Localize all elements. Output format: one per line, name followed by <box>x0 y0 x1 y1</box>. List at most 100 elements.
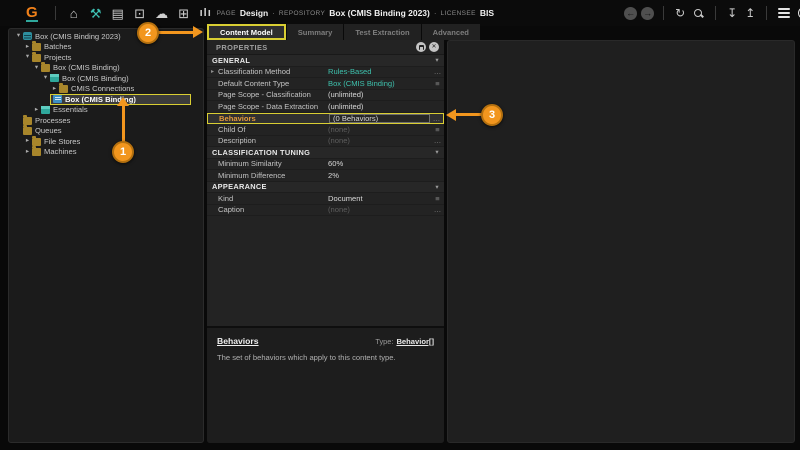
collapsed-arrow-icon[interactable]: ▸ <box>23 44 32 51</box>
help-type-link[interactable]: Behavior[] <box>396 337 434 346</box>
tab-summary[interactable]: Summary <box>287 24 344 40</box>
section-header[interactable]: APPEARANCE▾ <box>207 182 444 194</box>
property-value[interactable]: Box (CMIS Binding) <box>328 79 431 88</box>
repository-icon <box>23 32 32 40</box>
collapsed-arrow-icon[interactable]: ▸ <box>50 86 59 93</box>
property-row-child-of[interactable]: Child Of(none)≡ <box>207 124 444 136</box>
upload-icon[interactable]: ↥ <box>745 7 755 19</box>
property-row-classification-method[interactable]: ▸Classification MethodRules-Based… <box>207 67 444 79</box>
property-value[interactable]: 2% <box>328 171 431 180</box>
page-value: Design <box>240 8 268 18</box>
tree-item[interactable]: ▾Box (CMIS Binding) <box>9 73 203 84</box>
breadcrumb: PAGE Design · REPOSITORY Box (CMIS Bindi… <box>217 8 494 18</box>
property-label: Page Scope - Data Extraction <box>218 102 328 111</box>
property-row-page-scope-data-extraction[interactable]: Page Scope - Data Extraction(unlimited) <box>207 101 444 113</box>
menu-button[interactable]: ≡ <box>431 194 444 203</box>
property-row-description[interactable]: Description(none)… <box>207 136 444 148</box>
ellipsis-button[interactable]: … <box>431 205 444 214</box>
expanded-arrow-icon[interactable]: ▾ <box>41 75 50 82</box>
property-row-page-scope-classification[interactable]: Page Scope - Classification(unlimited) <box>207 90 444 102</box>
batch-in-icon[interactable]: ⊡ <box>133 6 147 21</box>
tab-content-model[interactable]: Content Model <box>207 24 286 40</box>
grooper-logo: G <box>26 5 38 22</box>
tree-item-label: Processes <box>35 116 70 125</box>
callout-2-badge: 2 <box>137 22 159 44</box>
expanded-arrow-icon[interactable]: ▾ <box>14 33 23 40</box>
tree-item-label: Machines <box>44 147 77 156</box>
toolbox-icon[interactable]: ⊞ <box>177 6 191 21</box>
tree-item-label: File Stores <box>44 137 80 146</box>
ellipsis-button[interactable]: … <box>431 67 444 76</box>
tree-item-label: Box (CMIS Binding 2023) <box>35 32 121 41</box>
property-value[interactable]: (unlimited) <box>328 102 431 111</box>
download-icon[interactable]: ↧ <box>727 7 737 19</box>
chevron-down-icon[interactable]: ▾ <box>430 56 444 64</box>
menu-button[interactable]: ≡ <box>431 79 444 88</box>
property-row-behaviors[interactable]: Behaviors(0 Behaviors)… <box>207 113 444 125</box>
property-label: Minimum Similarity <box>218 159 328 168</box>
tree-item[interactable]: ▾Projects <box>9 52 203 63</box>
tab-advanced[interactable]: Advanced <box>422 24 480 40</box>
ellipsis-button[interactable]: … <box>431 136 444 145</box>
tab-test-extraction[interactable]: Test Extraction <box>344 24 420 40</box>
chevron-down-icon[interactable]: ▾ <box>430 183 444 191</box>
repository-value: Box (CMIS Binding 2023) <box>329 8 430 18</box>
property-value[interactable]: (0 Behaviors) <box>329 114 430 123</box>
collapsed-arrow-icon[interactable]: ▸ <box>23 149 32 156</box>
home-icon[interactable]: ⌂ <box>67 6 81 21</box>
tree-item[interactable]: Processes <box>9 115 203 126</box>
property-row-minimum-similarity[interactable]: Minimum Similarity60% <box>207 159 444 171</box>
back-icon[interactable]: ← <box>624 7 637 20</box>
tree-item[interactable]: ▾Box (CMIS Binding) <box>9 63 203 74</box>
save-icon[interactable] <box>416 42 426 52</box>
chevron-down-icon[interactable]: ▾ <box>430 148 444 156</box>
content-model-icon <box>53 95 62 103</box>
tree-item[interactable]: Box (CMIS Binding) <box>9 94 203 105</box>
properties-panel: PROPERTIES ✕ GENERAL▾▸Classification Met… <box>207 40 444 443</box>
tree-item[interactable]: Queues <box>9 126 203 137</box>
archive-icon[interactable]: ▤ <box>111 6 125 21</box>
database-icon[interactable] <box>778 8 790 19</box>
cloud-upload-icon[interactable]: ☁ <box>155 6 169 21</box>
callout-3-badge: 3 <box>481 104 503 126</box>
breadcrumb-separator: · <box>272 9 275 18</box>
property-value[interactable]: Rules-Based <box>328 67 431 76</box>
expanded-arrow-icon[interactable]: ▾ <box>32 65 41 72</box>
tree-item[interactable]: ▸Essentials <box>9 105 203 116</box>
property-row-default-content-type[interactable]: Default Content TypeBox (CMIS Binding)≡ <box>207 78 444 90</box>
collapsed-arrow-icon[interactable]: ▸ <box>23 138 32 145</box>
forward-icon[interactable]: → <box>641 7 654 20</box>
divider <box>55 6 56 20</box>
property-row-kind[interactable]: KindDocument≡ <box>207 193 444 205</box>
property-value[interactable]: (none) <box>328 136 431 145</box>
close-icon[interactable]: ✕ <box>429 42 439 52</box>
property-row-minimum-difference[interactable]: Minimum Difference2% <box>207 170 444 182</box>
tree-item-label: CMIS Connections <box>71 84 134 93</box>
property-value[interactable]: (none) <box>328 125 431 134</box>
menu-button[interactable]: ≡ <box>431 125 444 134</box>
tree-item[interactable]: ▸ Machines <box>9 147 203 158</box>
help-title-row: Behaviors Type: Behavior[] <box>217 336 434 346</box>
property-row-caption[interactable]: Caption(none)… <box>207 205 444 217</box>
expanded-arrow-icon[interactable]: ▾ <box>23 54 32 61</box>
tools-icon[interactable]: ⚒ <box>89 6 103 21</box>
refresh-icon[interactable]: ↻ <box>675 7 685 19</box>
section-header[interactable]: CLASSIFICATION TUNING▾ <box>207 147 444 159</box>
collapsed-arrow-icon[interactable]: ▸ <box>32 107 41 114</box>
stats-icon[interactable]: ılı <box>199 6 213 21</box>
callout-3-arrowhead <box>446 109 456 121</box>
property-value[interactable]: (unlimited) <box>328 90 431 99</box>
tree-item[interactable]: ▸Batches <box>9 42 203 53</box>
tree-item[interactable]: ▸ CMIS Connections <box>9 84 203 95</box>
ellipsis-button[interactable]: … <box>430 114 443 123</box>
tree-item[interactable]: ▸ File Stores <box>9 136 203 147</box>
property-value[interactable]: Document <box>328 194 431 203</box>
expand-icon[interactable]: ▸ <box>207 68 218 75</box>
licensee-value: BIS <box>480 8 494 18</box>
search-icon[interactable] <box>693 8 704 19</box>
property-value[interactable]: (none) <box>328 205 431 214</box>
property-value[interactable]: 60% <box>328 159 431 168</box>
property-label: Description <box>218 136 328 145</box>
divider <box>663 6 664 20</box>
section-header[interactable]: GENERAL▾ <box>207 55 444 67</box>
